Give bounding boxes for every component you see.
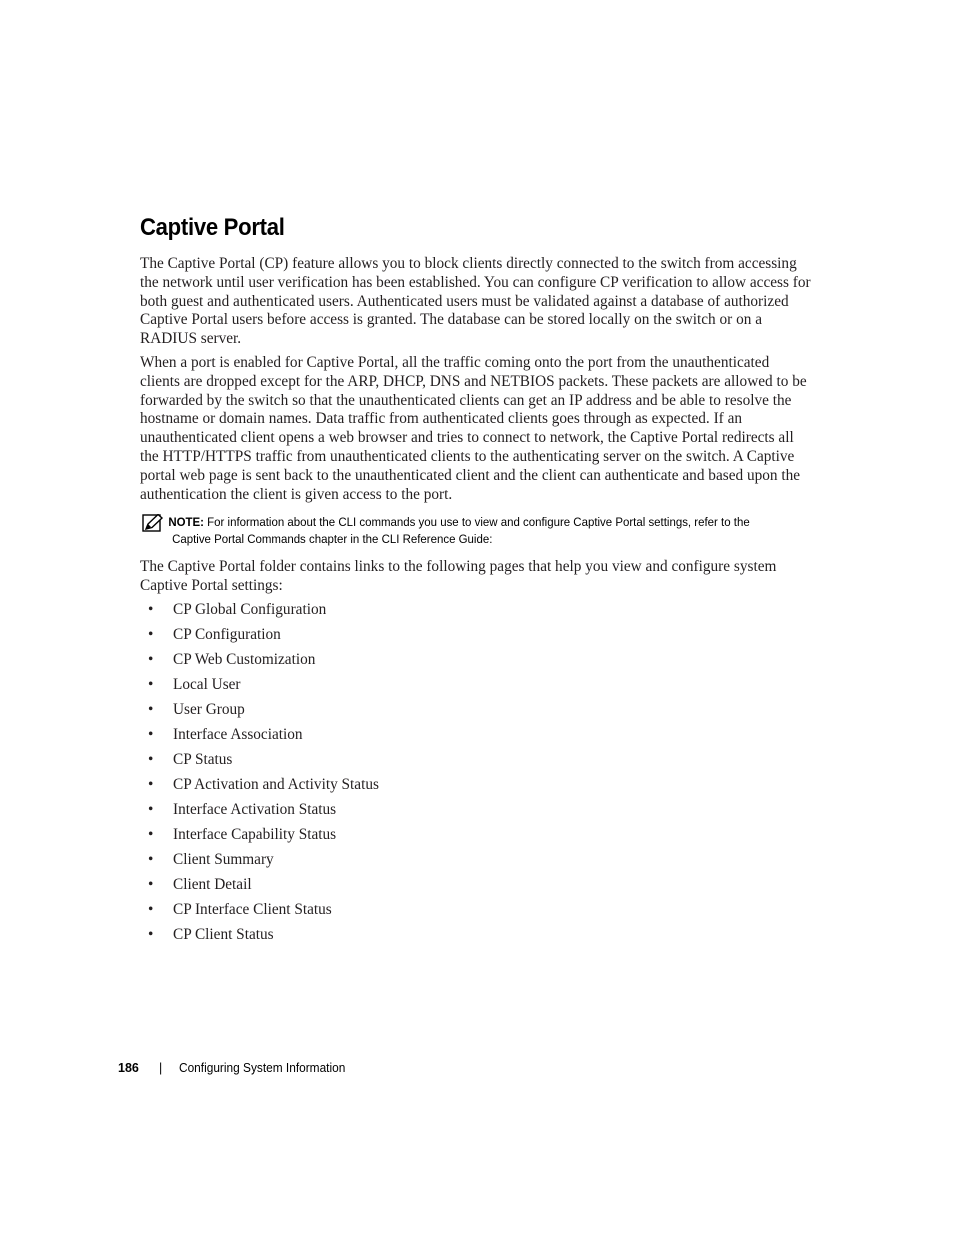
bullet: •	[148, 651, 154, 668]
list-item: • Client Detail	[140, 874, 379, 899]
bullet: •	[148, 776, 154, 793]
bullet: •	[148, 601, 154, 618]
folder-paragraph: The Captive Portal folder contains links…	[140, 558, 777, 594]
note-callout: NOTE: For information about the CLI comm…	[142, 513, 822, 548]
list-item: • Interface Association	[140, 724, 379, 749]
list-item: • CP Client Status	[140, 924, 379, 949]
list-item-label: CP Web Customization	[173, 651, 316, 668]
list-item-label: Interface Capability Status	[173, 826, 337, 843]
list-item-label: Client Summary	[173, 851, 274, 868]
bullet: •	[148, 851, 154, 868]
chapter-title: Configuring System Information	[179, 1061, 346, 1075]
list-item-label: Local User	[173, 676, 241, 693]
traffic-paragraph: When a port is enabled for Captive Porta…	[140, 354, 807, 503]
bullet: •	[148, 901, 154, 918]
section-heading: Captive Portal	[140, 214, 285, 241]
page-number: 186	[118, 1061, 139, 1075]
list-item-label: CP Configuration	[173, 626, 281, 643]
bullet: •	[148, 826, 154, 843]
list-item-label: CP Client Status	[173, 926, 274, 943]
list-item: • Interface Activation Status	[140, 799, 379, 824]
bullet: •	[148, 676, 154, 693]
list-item: • CP Web Customization	[140, 649, 379, 674]
list-item-label: CP Activation and Activity Status	[173, 776, 379, 793]
list-item: • Local User	[140, 674, 379, 699]
list-item-label: Interface Association	[173, 726, 303, 743]
bullet: •	[148, 701, 154, 718]
note-label: NOTE:	[168, 515, 204, 529]
bullet: •	[148, 876, 154, 893]
list-item: • CP Activation and Activity Status	[140, 774, 379, 799]
bullet: •	[148, 726, 154, 743]
footer-separator: |	[159, 1061, 163, 1075]
list-item: • User Group	[140, 699, 379, 724]
list-item: • CP Configuration	[140, 624, 379, 649]
list-item-label: Interface Activation Status	[173, 801, 337, 818]
list-item: • Interface Capability Status	[140, 824, 379, 849]
list-item: • Client Summary	[140, 849, 379, 874]
list-item: • CP Global Configuration	[140, 599, 379, 624]
captive-portal-pages-list: • CP Global Configuration • CP Configurati…	[140, 599, 379, 949]
document-page: Captive Portal The Captive Portal (CP) f…	[0, 0, 954, 1235]
list-item: • CP Interface Client Status	[140, 899, 379, 924]
list-item-label: CP Interface Client Status	[173, 901, 332, 918]
bullet: •	[148, 801, 154, 818]
bullet: •	[148, 751, 154, 768]
intro-paragraph: The Captive Portal (CP) feature allows y…	[140, 255, 811, 348]
list-item-label: CP Global Configuration	[173, 601, 327, 618]
list-item-label: Client Detail	[173, 876, 252, 893]
list-item: • CP Status	[140, 749, 379, 774]
note-text-line1: For information about the CLI commands y…	[207, 515, 750, 529]
list-item-label: User Group	[173, 701, 245, 718]
bullet: •	[148, 926, 154, 943]
note-text-line2: Captive Portal Commands chapter in the C…	[172, 532, 493, 546]
list-item-label: CP Status	[173, 751, 233, 768]
bullet: •	[148, 626, 154, 643]
